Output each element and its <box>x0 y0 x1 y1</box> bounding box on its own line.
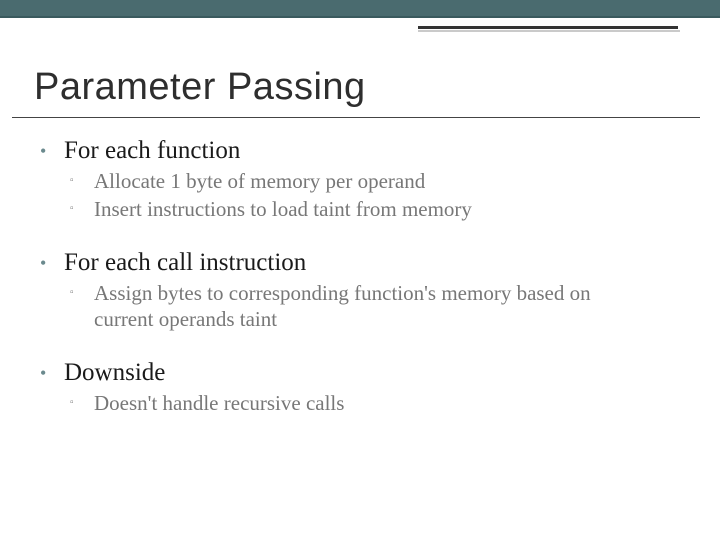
bullet-lvl2: ▫ Insert instructions to load taint from… <box>70 196 680 222</box>
section-heading: For each call instruction <box>64 248 306 278</box>
section-2: • Downside ▫ Doesn't handle recursive ca… <box>40 358 680 416</box>
bullet-lvl2: ▫ Doesn't handle recursive calls <box>70 390 680 416</box>
bullet-lvl2: ▫ Assign bytes to corresponding function… <box>70 280 680 332</box>
bullet-lvl1: • For each call instruction <box>40 248 680 278</box>
section-1: • For each call instruction ▫ Assign byt… <box>40 248 680 332</box>
bullet-square-icon: ▫ <box>70 280 84 306</box>
section-item: Allocate 1 byte of memory per operand <box>94 168 425 194</box>
section-item: Doesn't handle recursive calls <box>94 390 344 416</box>
slide-title: Parameter Passing <box>12 38 700 118</box>
accent-line <box>418 26 678 29</box>
section-heading: For each function <box>64 136 240 166</box>
bullet-square-icon: ▫ <box>70 196 84 222</box>
section-item: Assign bytes to corresponding function's… <box>94 280 654 332</box>
bullet-dot-icon: • <box>40 248 54 278</box>
section-item: Insert instructions to load taint from m… <box>94 196 472 222</box>
bullet-dot-icon: • <box>40 136 54 166</box>
bullet-lvl1: • For each function <box>40 136 680 166</box>
accent-line-wrap <box>0 22 720 38</box>
bullet-lvl2: ▫ Allocate 1 byte of memory per operand <box>70 168 680 194</box>
bullet-lvl1: • Downside <box>40 358 680 388</box>
slide-content: • For each function ▫ Allocate 1 byte of… <box>0 118 720 416</box>
section-heading: Downside <box>64 358 165 388</box>
bullet-dot-icon: • <box>40 358 54 388</box>
header-bar <box>0 0 720 18</box>
bullet-square-icon: ▫ <box>70 390 84 416</box>
section-0: • For each function ▫ Allocate 1 byte of… <box>40 136 680 222</box>
bullet-square-icon: ▫ <box>70 168 84 194</box>
